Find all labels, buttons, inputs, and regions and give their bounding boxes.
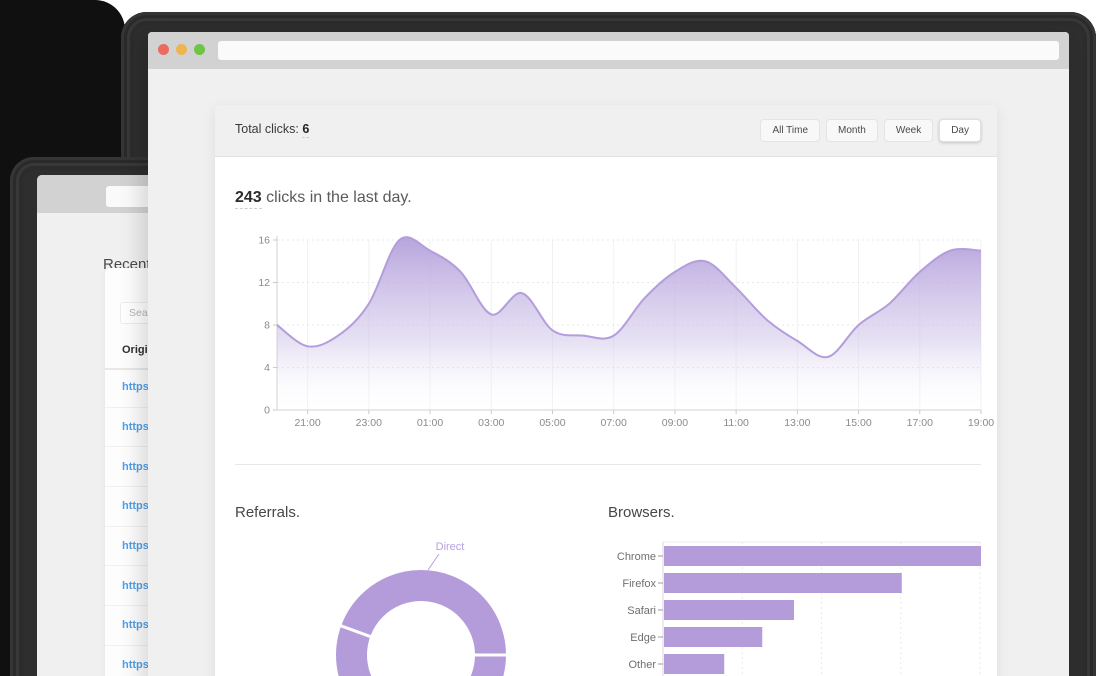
total-clicks-value: 6 [302,122,309,138]
x-axis-label: 19:00 [968,417,994,429]
range-button-all-time[interactable]: All Time [760,119,820,142]
x-axis-label: 13:00 [784,417,810,429]
clicks-area-chart: 21:00 23:00 01:00 03:00 05:00 07:00 09:00 11:00… [245,230,997,436]
front-browser-toolbar [148,32,1069,69]
referrals-title: Referrals. [235,504,300,521]
x-axis-label: 23:00 [356,417,382,429]
bar-label-firefox: Firefox [622,578,656,590]
range-button-week[interactable]: Week [884,119,933,142]
y-axis-label: 4 [264,362,270,374]
clicks-headline: 243 clicks in the last day. [235,189,412,207]
front-browser-window: Total clicks: 6 All Time Month Week Day 243… [148,32,1069,676]
range-button-day[interactable]: Day [939,119,981,142]
bar-other[interactable] [664,654,724,674]
area-fill [277,237,981,410]
bar-firefox[interactable] [664,573,902,593]
section-divider [235,464,981,465]
zoom-button-icon[interactable] [194,44,205,55]
x-axis-label: 17:00 [907,417,933,429]
donut-ring[interactable] [352,586,491,676]
bar-label-chrome: Chrome [617,551,656,563]
x-axis-label: 21:00 [294,417,320,429]
bar-safari[interactable] [664,600,794,620]
total-clicks-text: Total clicks: [235,122,299,136]
range-button-month[interactable]: Month [826,119,878,142]
clicks-headline-rest: clicks in the last day. [262,189,412,206]
close-button-icon[interactable] [158,44,169,55]
x-axis-label: 11:00 [723,417,749,429]
browsers-title: Browsers. [608,504,675,521]
label-leader-line [428,554,439,570]
x-axis-label: 01:00 [417,417,443,429]
total-clicks-label: Total clicks: 6 [235,122,309,136]
front-window-controls [158,44,205,55]
x-axis-label: 07:00 [601,417,627,429]
bar-edge[interactable] [664,627,762,647]
referrals-donut-chart: Direct [318,533,528,676]
y-axis-label: 0 [264,405,270,417]
x-axis-label: 09:00 [662,417,688,429]
bar-label-edge: Edge [630,632,656,644]
y-axis-label: 12 [258,277,270,289]
x-axis-label: 15:00 [845,417,871,429]
y-axis-label: 16 [258,235,270,247]
screenshot-stage: Recent Original https://https://https://… [0,0,1102,676]
clicks-count: 243 [235,189,262,209]
segment-label-direct: Direct [436,541,465,553]
bar-label-safari: Safari [627,605,656,617]
x-axis-label: 03:00 [478,417,504,429]
bar-chrome[interactable] [664,546,981,566]
browsers-bar-chart: Chrome Firefox Safari Edge Other [608,533,998,676]
y-axis-label: 8 [264,320,270,332]
x-axis-label: 05:00 [539,417,565,429]
range-buttons: All Time Month Week Day [760,119,981,142]
analytics-card: Total clicks: 6 All Time Month Week Day 243… [215,105,997,676]
card-header: Total clicks: 6 All Time Month Week Day [215,105,997,157]
address-bar[interactable] [218,41,1059,60]
minimize-button-icon[interactable] [176,44,187,55]
bar-label-other: Other [628,659,656,671]
